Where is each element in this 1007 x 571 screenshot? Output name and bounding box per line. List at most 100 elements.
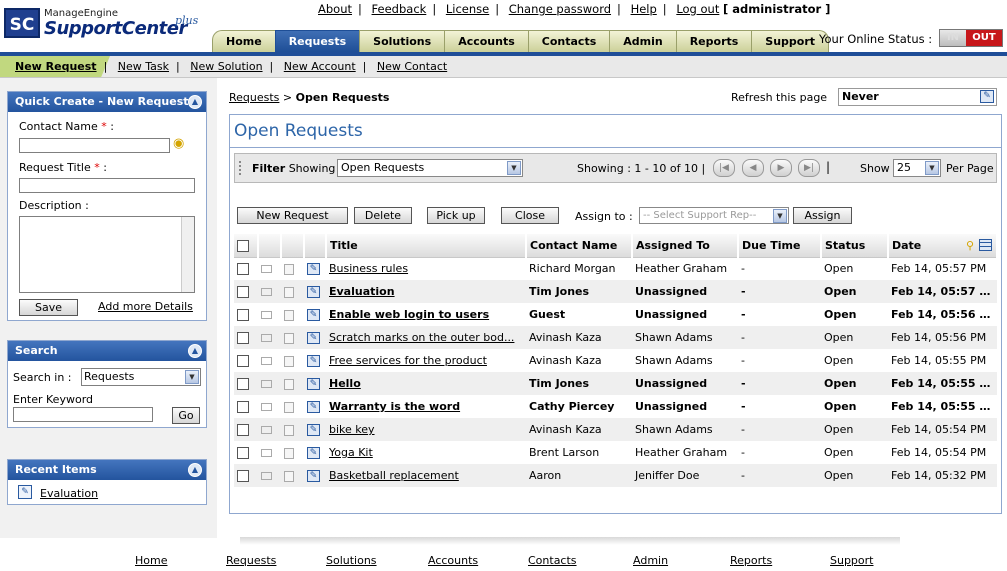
row-checkbox[interactable] — [237, 263, 249, 276]
app-logo[interactable]: SC ManageEngine SupportCenter plus — [4, 6, 204, 46]
table-row[interactable]: ✎ bike key Avinash Kaza Shawn Adams - Open Feb… — [234, 418, 997, 441]
chevron-down-icon[interactable]: ▼ — [507, 161, 521, 175]
chevron-down-icon[interactable]: ▼ — [925, 161, 939, 175]
request-title-link[interactable]: Basketball replacement — [329, 469, 459, 482]
tab-reports[interactable]: Reports — [675, 30, 753, 52]
notes-icon[interactable] — [284, 470, 294, 482]
mail-icon[interactable] — [261, 265, 272, 274]
request-title-link[interactable]: Hello — [329, 377, 361, 390]
edit-icon[interactable]: ✎ — [307, 378, 320, 390]
tab-home[interactable]: Home — [212, 30, 276, 52]
new-solution-link[interactable]: New Solution — [190, 60, 262, 73]
request-title-input[interactable] — [19, 178, 195, 193]
online-status-toggle[interactable]: IN OUT — [939, 29, 1003, 47]
prev-page-icon[interactable]: ◀ — [742, 159, 764, 177]
edit-icon[interactable]: ✎ — [307, 309, 320, 321]
help-link[interactable]: Help — [631, 2, 657, 16]
search-icon[interactable]: ⚲ — [966, 239, 974, 252]
tab-requests[interactable]: Requests — [274, 30, 361, 52]
description-textarea[interactable] — [19, 216, 195, 293]
assign-to-select[interactable]: -- Select Support Rep-- ▼ — [639, 207, 789, 224]
request-title-link[interactable]: Evaluation — [329, 285, 395, 298]
search-in-select[interactable]: Requests ▼ — [81, 368, 201, 386]
row-checkbox[interactable] — [237, 447, 249, 459]
row-checkbox[interactable] — [237, 401, 249, 413]
notes-icon[interactable] — [284, 355, 294, 367]
collapse-icon[interactable]: ▲ — [188, 463, 202, 477]
footer-support-link[interactable]: Support — [830, 554, 873, 567]
column-due-time[interactable]: Due Time — [738, 234, 822, 258]
request-title-link[interactable]: bike key — [329, 423, 375, 436]
table-row[interactable]: ✎ Free services for the product Avinash Ka… — [234, 349, 997, 372]
contact-name-input[interactable] — [19, 138, 170, 153]
status-in[interactable]: IN — [940, 30, 966, 46]
mail-icon[interactable] — [261, 472, 272, 480]
notes-icon[interactable] — [284, 424, 294, 436]
table-row[interactable]: ✎ Yoga Kit Brent Larson Heather Graham - Open… — [234, 441, 997, 464]
tab-contacts[interactable]: Contacts — [527, 30, 611, 52]
description-scrollbar[interactable] — [181, 217, 194, 292]
new-request-button[interactable]: New Request — [237, 207, 348, 224]
column-assigned-to[interactable]: Assigned To — [632, 234, 739, 258]
tab-support[interactable]: Support — [751, 30, 830, 52]
table-row[interactable]: ✎ Enable web login to users Guest Unassigne… — [234, 303, 997, 326]
assign-button[interactable]: Assign — [793, 207, 852, 224]
go-button[interactable]: Go — [172, 407, 200, 424]
mail-icon[interactable] — [261, 311, 272, 319]
mail-icon[interactable] — [261, 426, 272, 434]
drag-handle-icon[interactable] — [239, 161, 242, 175]
keyword-input[interactable] — [13, 407, 153, 422]
request-title-link[interactable]: Warranty is the word — [329, 400, 460, 413]
collapse-icon[interactable]: ▲ — [188, 95, 202, 109]
notes-icon[interactable] — [284, 263, 294, 275]
tab-solutions[interactable]: Solutions — [359, 30, 446, 52]
footer-solutions-link[interactable]: Solutions — [326, 554, 377, 567]
new-contact-link[interactable]: New Contact — [377, 60, 447, 73]
edit-icon[interactable]: ✎ — [307, 355, 320, 367]
table-row[interactable]: ✎ Warranty is the word Cathy Piercey Unassi… — [234, 395, 997, 418]
table-row[interactable]: ✎ Hello Tim Jones Unassigned - Open Feb 14, 05… — [234, 372, 997, 395]
mail-icon[interactable] — [261, 380, 272, 388]
contact-lookup-icon[interactable]: ◉ — [173, 136, 193, 152]
row-checkbox[interactable] — [237, 424, 249, 436]
footer-contacts-link[interactable]: Contacts — [528, 554, 577, 567]
edit-icon[interactable]: ✎ — [307, 470, 320, 482]
per-page-select[interactable]: 25 ▼ — [893, 159, 941, 177]
request-title-link[interactable]: Yoga Kit — [329, 446, 373, 459]
mail-icon[interactable] — [261, 334, 272, 342]
mail-icon[interactable] — [261, 288, 272, 296]
notes-icon[interactable] — [284, 332, 294, 344]
column-contact-name[interactable]: Contact Name — [526, 234, 633, 258]
new-request-link[interactable]: New Request — [15, 60, 97, 73]
edit-icon[interactable]: ✎ — [307, 424, 320, 436]
column-status[interactable]: Status — [821, 234, 889, 258]
column-title[interactable]: Title — [326, 234, 527, 258]
request-title-link[interactable]: Free services for the product — [329, 354, 487, 367]
chevron-down-icon[interactable]: ▼ — [773, 209, 787, 223]
tab-accounts[interactable]: Accounts — [444, 30, 529, 52]
collapse-icon[interactable]: ▲ — [188, 344, 202, 358]
row-checkbox[interactable] — [237, 309, 249, 321]
recent-item-link[interactable]: Evaluation — [40, 487, 98, 500]
edit-icon[interactable]: ✎ — [307, 401, 320, 413]
edit-icon[interactable]: ✎ — [307, 286, 320, 298]
notes-icon[interactable] — [284, 286, 294, 298]
mail-icon[interactable] — [261, 403, 272, 411]
about-link[interactable]: About — [318, 2, 352, 16]
request-title-link[interactable]: Business rules — [329, 262, 408, 275]
delete-button[interactable]: Delete — [354, 207, 412, 224]
footer-requests-link[interactable]: Requests — [226, 554, 276, 567]
feedback-link[interactable]: Feedback — [372, 2, 427, 16]
status-out[interactable]: OUT — [966, 30, 1002, 46]
notes-icon[interactable] — [284, 309, 294, 321]
row-checkbox[interactable] — [237, 332, 249, 344]
breadcrumb-requests-link[interactable]: Requests — [229, 91, 279, 104]
last-page-icon[interactable]: ▶| — [798, 159, 820, 177]
tab-admin[interactable]: Admin — [609, 30, 677, 52]
refresh-select[interactable]: Never ✎ — [838, 88, 997, 106]
first-page-icon[interactable]: |◀ — [713, 159, 735, 177]
table-row[interactable]: ✎ Evaluation Tim Jones Unassigned - Open Feb 1… — [234, 280, 997, 303]
column-date[interactable]: Date ⚲ — [888, 234, 998, 258]
edit-icon[interactable]: ✎ — [980, 90, 994, 103]
license-link[interactable]: License — [446, 2, 489, 16]
